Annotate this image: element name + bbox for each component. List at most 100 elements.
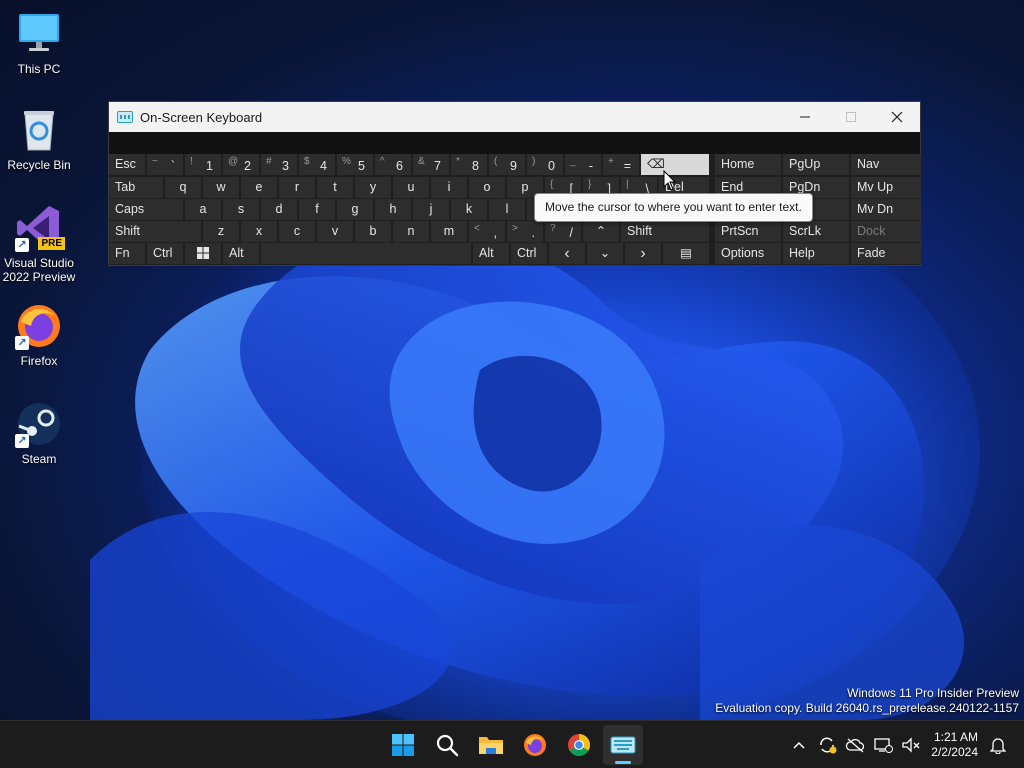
key-i[interactable]: i: [431, 177, 467, 198]
start-button[interactable]: [383, 725, 423, 765]
on-screen-keyboard-window[interactable]: On-Screen Keyboard Esc ~ ` ! 1 @2 #3 $4 % 5…: [108, 101, 921, 266]
search-icon: [436, 734, 459, 757]
key-v[interactable]: v: [317, 221, 353, 242]
key-c[interactable]: c: [279, 221, 315, 242]
key-8[interactable]: * 8: [451, 154, 487, 175]
key-a[interactable]: a: [185, 199, 221, 220]
key-u[interactable]: u: [393, 177, 429, 198]
cloud-status-button[interactable]: [841, 731, 869, 759]
title-bar[interactable]: On-Screen Keyboard: [109, 102, 920, 132]
volume-muted-icon: [902, 737, 920, 753]
key-right-arrow[interactable]: ›: [625, 243, 661, 264]
key-z[interactable]: z: [203, 221, 239, 242]
key-mv-up[interactable]: Mv Up: [851, 177, 921, 198]
minimize-button[interactable]: [782, 102, 828, 132]
key-e[interactable]: e: [241, 177, 277, 198]
key-n[interactable]: n: [393, 221, 429, 242]
key-6[interactable]: ^ 6: [375, 154, 411, 175]
key-x[interactable]: x: [241, 221, 277, 242]
chevron-right-icon: ›: [640, 245, 646, 262]
key-nav[interactable]: Nav: [851, 154, 921, 175]
key-esc[interactable]: Esc: [109, 154, 145, 175]
key-2[interactable]: @2: [223, 154, 259, 175]
key-space[interactable]: [261, 243, 471, 264]
firefox-taskbar-button[interactable]: [515, 725, 555, 765]
key-up-arrow[interactable]: ⌃: [583, 221, 619, 242]
key-o[interactable]: o: [469, 177, 505, 198]
key-r[interactable]: r: [279, 177, 315, 198]
key-help[interactable]: Help: [783, 243, 849, 264]
key-j[interactable]: j: [413, 199, 449, 220]
key-dock[interactable]: Dock: [851, 221, 921, 242]
key-down-arrow[interactable]: ⌄: [587, 243, 623, 264]
key-minus[interactable]: _ -: [565, 154, 601, 175]
key-t[interactable]: t: [317, 177, 353, 198]
key-menu[interactable]: ▤: [663, 243, 709, 264]
key-y[interactable]: y: [355, 177, 391, 198]
key-left-shift[interactable]: Shift: [109, 221, 201, 242]
key-b[interactable]: b: [355, 221, 391, 242]
key-right-alt[interactable]: Alt: [473, 243, 509, 264]
desktop-icon-visual-studio[interactable]: PRE ↗ Visual Studio 2022 Preview: [2, 204, 76, 284]
key-period[interactable]: >.: [507, 221, 543, 242]
key-right-shift[interactable]: Shift: [621, 221, 709, 242]
key-home[interactable]: Home: [715, 154, 781, 175]
key-tilde[interactable]: ~ `: [147, 154, 183, 175]
key-comma[interactable]: <,: [469, 221, 505, 242]
key-0[interactable]: ) 0: [527, 154, 563, 175]
key-options[interactable]: Options: [715, 243, 781, 264]
clock-button[interactable]: 1:21 AM 2/2/2024: [931, 730, 978, 760]
desktop-icon-steam[interactable]: ↗ Steam: [2, 400, 76, 466]
chrome-taskbar-button[interactable]: [559, 725, 599, 765]
key-right-ctrl[interactable]: Ctrl: [511, 243, 547, 264]
key-9[interactable]: (9: [489, 154, 525, 175]
key-1[interactable]: ! 1: [185, 154, 221, 175]
key-f[interactable]: f: [299, 199, 335, 220]
key-g[interactable]: g: [337, 199, 373, 220]
key-k[interactable]: k: [451, 199, 487, 220]
key-fn[interactable]: Fn: [109, 243, 145, 264]
key-d[interactable]: d: [261, 199, 297, 220]
volume-button[interactable]: [897, 731, 925, 759]
key-3[interactable]: #3: [261, 154, 297, 175]
key-caps[interactable]: Caps: [109, 199, 183, 220]
file-explorer-button[interactable]: [471, 725, 511, 765]
tooltip: Move the cursor to where you want to ent…: [534, 193, 813, 222]
network-button[interactable]: [869, 731, 897, 759]
key-mv-dn[interactable]: Mv Dn: [851, 199, 921, 220]
key-tab[interactable]: Tab: [109, 177, 163, 198]
notifications-button[interactable]: [984, 731, 1012, 759]
key-m[interactable]: m: [431, 221, 467, 242]
key-5[interactable]: % 5: [337, 154, 373, 175]
desktop-icon-recycle-bin[interactable]: Recycle Bin: [2, 106, 76, 172]
close-button[interactable]: [874, 102, 920, 132]
key-left-ctrl[interactable]: Ctrl: [147, 243, 183, 264]
key-s[interactable]: s: [223, 199, 259, 220]
show-hidden-icons-button[interactable]: [785, 731, 813, 759]
key-windows[interactable]: [185, 243, 221, 264]
key-left-arrow[interactable]: ‹: [549, 243, 585, 264]
key-scrlk[interactable]: ScrLk: [783, 221, 849, 242]
network-disconnected-icon: [874, 738, 894, 753]
key-left-alt[interactable]: Alt: [223, 243, 259, 264]
key-fade[interactable]: Fade: [851, 243, 921, 264]
on-screen-keyboard-taskbar-button[interactable]: [603, 725, 643, 765]
search-button[interactable]: [427, 725, 467, 765]
key-pgup[interactable]: PgUp: [783, 154, 849, 175]
sync-status-button[interactable]: [813, 731, 841, 759]
preview-badge: PRE: [38, 237, 65, 250]
key-equals[interactable]: + =: [603, 154, 639, 175]
key-slash[interactable]: ? /: [545, 221, 581, 242]
clock-date: 2/2/2024: [931, 745, 978, 759]
chevron-down-icon: ⌄: [599, 246, 611, 260]
key-h[interactable]: h: [375, 199, 411, 220]
key-l[interactable]: l: [489, 199, 525, 220]
key-q[interactable]: q: [165, 177, 201, 198]
desktop-icon-firefox[interactable]: ↗ Firefox: [2, 302, 76, 368]
monitor-icon: [15, 10, 63, 58]
desktop-icon-this-pc[interactable]: This PC: [2, 10, 76, 76]
key-w[interactable]: w: [203, 177, 239, 198]
key-7[interactable]: & 7: [413, 154, 449, 175]
key-prtscn[interactable]: PrtScn: [715, 221, 781, 242]
key-4[interactable]: $4: [299, 154, 335, 175]
